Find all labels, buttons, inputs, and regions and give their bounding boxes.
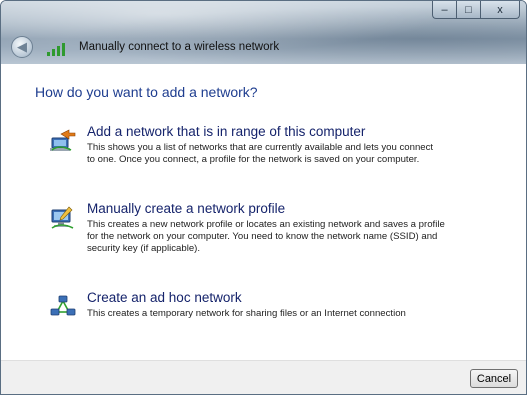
option-description: This creates a new network profile or lo… (87, 219, 445, 255)
option-manual-network-profile[interactable]: Manually create a network profile This c… (49, 201, 489, 255)
option-description: This shows you a list of networks that a… (87, 142, 433, 166)
network-add-icon (49, 126, 77, 154)
title-bar: – □ x ◀ Manually connect to a wireless n… (1, 1, 526, 64)
adhoc-network-icon (49, 292, 77, 320)
cancel-button[interactable]: Cancel (470, 369, 518, 388)
option-description-line: for the network on your computer. You ne… (87, 231, 438, 242)
dialog-footer: Cancel (1, 360, 526, 394)
dialog-window: – □ x ◀ Manually connect to a wireless n… (0, 0, 527, 395)
caption-buttons: – □ x (432, 1, 520, 19)
navigation-bar: ◀ Manually connect to a wireless network (11, 35, 279, 59)
page-heading: How do you want to add a network? (35, 84, 258, 100)
option-add-network-in-range[interactable]: Add a network that is in range of this c… (49, 124, 489, 166)
option-description-line: to one. Once you connect, a profile for … (87, 154, 420, 165)
close-button[interactable]: x (480, 1, 520, 19)
wireless-signal-icon (47, 38, 69, 56)
option-description-line: This shows you a list of networks that a… (87, 142, 434, 153)
option-description: This creates a temporary network for sha… (87, 308, 406, 320)
option-create-adhoc-network[interactable]: Create an ad hoc network This creates a … (49, 290, 489, 320)
main-content: How do you want to add a network? Add a … (1, 64, 526, 360)
option-title: Create an ad hoc network (87, 290, 242, 305)
option-description-line: This creates a new network profile or lo… (87, 219, 445, 230)
option-title: Add a network that is in range of this c… (87, 124, 366, 139)
window-title: Manually connect to a wireless network (79, 41, 280, 53)
option-description-line: This creates a temporary network for sha… (87, 308, 406, 319)
option-description-line: security key (if applicable). (87, 243, 201, 254)
back-button[interactable]: ◀ (11, 36, 33, 58)
network-profile-icon (49, 203, 77, 231)
back-arrow-icon: ◀ (17, 39, 27, 54)
maximize-button[interactable]: □ (456, 1, 480, 19)
minimize-button[interactable]: – (432, 1, 456, 19)
option-title: Manually create a network profile (87, 201, 286, 216)
